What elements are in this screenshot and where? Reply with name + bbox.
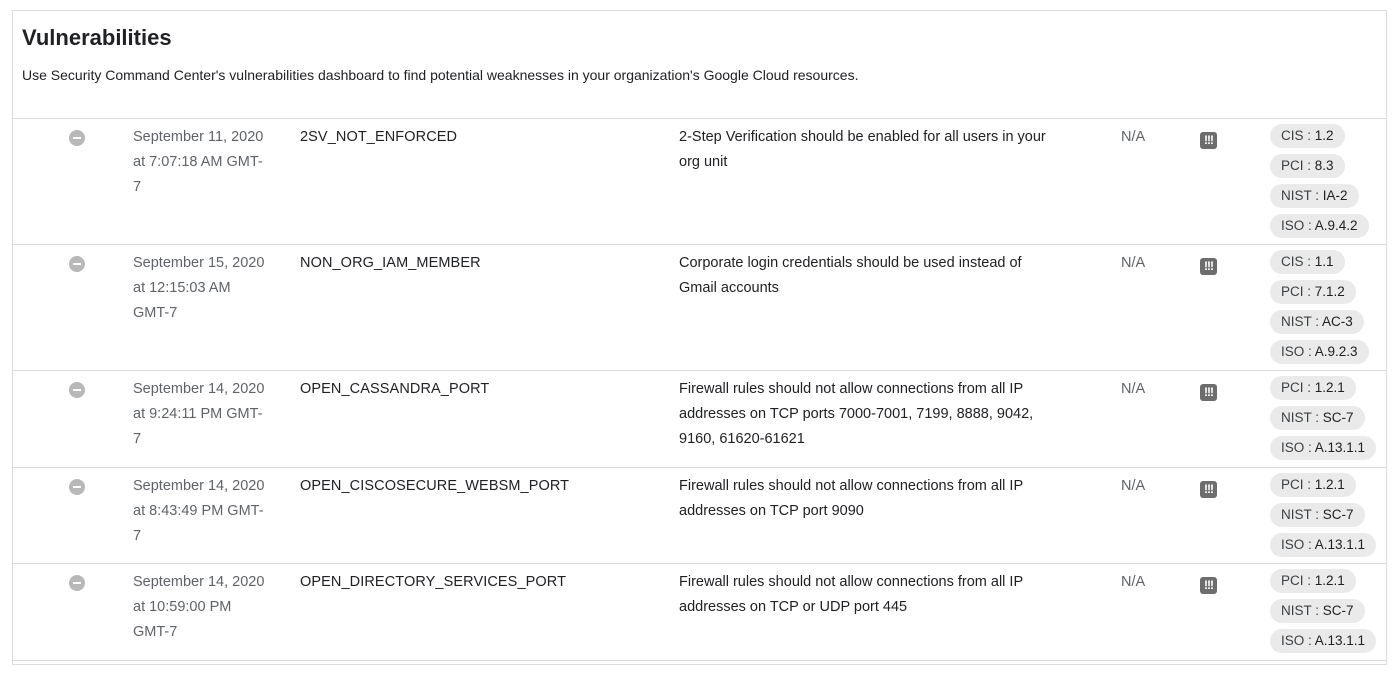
- status-cell: [69, 130, 85, 155]
- status-cell: [69, 575, 85, 600]
- page-title: Vulnerabilities: [22, 25, 172, 50]
- compliance-chip: ISO : A.9.2.3: [1270, 340, 1369, 364]
- event-time: September 14, 2020 at 10:59:00 PM GMT-7: [133, 574, 265, 640]
- vulnerabilities-panel: Vulnerabilities Use Security Command Cen…: [12, 10, 1387, 665]
- compliance-chip: ISO : A.13.1.1: [1270, 533, 1377, 557]
- compliance-list: PCI : 1.2.1 NIST : SC-7 ISO : A.13.1.1: [1270, 376, 1377, 466]
- compliance-list: PCI : 1.2.1 NIST : SC-7 ISO : A.13.1.1: [1270, 569, 1377, 659]
- remove-circle-icon: [69, 382, 85, 398]
- remove-circle-icon: [69, 130, 85, 146]
- compliance-chip: PCI : 1.2.1: [1270, 376, 1356, 400]
- finding-description: Firewall rules should not allow connecti…: [679, 381, 1034, 447]
- finding-description: Corporate login credentials should be us…: [679, 255, 1022, 296]
- severity-value: N/A: [1121, 129, 1146, 145]
- compliance-chip: PCI : 8.3: [1270, 154, 1345, 178]
- severity-icon: !!!: [1200, 258, 1217, 275]
- severity-cell: !!!: [1200, 128, 1217, 153]
- severity-icon: !!!: [1200, 577, 1217, 594]
- event-time: September 11, 2020 at 7:07:18 AM GMT-7: [133, 129, 264, 195]
- severity-cell: !!!: [1200, 573, 1217, 598]
- table-row[interactable]: September 14, 2020 at 8:43:49 PM GMT-7 O…: [13, 468, 1386, 564]
- severity-cell: !!!: [1200, 254, 1217, 279]
- event-time: September 14, 2020 at 9:24:11 PM GMT-7: [133, 381, 265, 447]
- compliance-chip: ISO : A.9.4.2: [1270, 214, 1369, 238]
- severity-icon: !!!: [1200, 384, 1217, 401]
- panel-header: Vulnerabilities Use Security Command Cen…: [13, 11, 1386, 119]
- findings-table: September 11, 2020 at 7:07:18 AM GMT-7 2…: [13, 119, 1386, 661]
- compliance-chip: NIST : IA-2: [1270, 184, 1359, 208]
- remove-circle-icon: [69, 256, 85, 272]
- table-row[interactable]: September 15, 2020 at 12:15:03 AM GMT-7 …: [13, 245, 1386, 371]
- severity-icon: !!!: [1200, 132, 1217, 149]
- remove-circle-icon: [69, 479, 85, 495]
- finding-category[interactable]: NON_ORG_IAM_MEMBER: [300, 251, 481, 276]
- status-cell: [69, 256, 85, 281]
- finding-description: Firewall rules should not allow connecti…: [679, 574, 1023, 615]
- compliance-chip: NIST : SC-7: [1270, 406, 1365, 430]
- status-cell: [69, 479, 85, 504]
- table-row[interactable]: September 11, 2020 at 7:07:18 AM GMT-7 2…: [13, 119, 1386, 245]
- severity-cell: !!!: [1200, 380, 1217, 405]
- compliance-chip: NIST : SC-7: [1270, 503, 1365, 527]
- remove-circle-icon: [69, 575, 85, 591]
- finding-category[interactable]: 2SV_NOT_ENFORCED: [300, 125, 457, 150]
- compliance-chip: PCI : 7.1.2: [1270, 280, 1356, 304]
- page-description: Use Security Command Center's vulnerabil…: [22, 67, 859, 83]
- severity-icon: !!!: [1200, 481, 1217, 498]
- table-row[interactable]: September 14, 2020 at 10:59:00 PM GMT-7 …: [13, 564, 1386, 661]
- status-cell: [69, 382, 85, 407]
- compliance-list: CIS : 1.1 PCI : 7.1.2 NIST : AC-3 ISO : …: [1270, 250, 1369, 370]
- severity-value: N/A: [1121, 381, 1146, 397]
- compliance-chip: NIST : AC-3: [1270, 310, 1364, 334]
- finding-category[interactable]: OPEN_DIRECTORY_SERVICES_PORT: [300, 570, 566, 595]
- severity-value: N/A: [1121, 255, 1146, 271]
- severity-cell: !!!: [1200, 477, 1217, 502]
- finding-category[interactable]: OPEN_CASSANDRA_PORT: [300, 377, 489, 402]
- compliance-chip: ISO : A.13.1.1: [1270, 629, 1377, 653]
- compliance-chip: CIS : 1.2: [1270, 124, 1345, 148]
- severity-value: N/A: [1121, 478, 1146, 494]
- compliance-chip: ISO : A.13.1.1: [1270, 436, 1377, 460]
- finding-description: 2-Step Verification should be enabled fo…: [679, 129, 1046, 170]
- severity-value: N/A: [1121, 574, 1146, 590]
- table-row[interactable]: September 14, 2020 at 9:24:11 PM GMT-7 O…: [13, 371, 1386, 468]
- event-time: September 15, 2020 at 12:15:03 AM GMT-7: [133, 255, 265, 321]
- finding-description: Firewall rules should not allow connecti…: [679, 478, 1023, 519]
- compliance-chip: PCI : 1.2.1: [1270, 569, 1356, 593]
- compliance-list: PCI : 1.2.1 NIST : SC-7 ISO : A.13.1.1: [1270, 473, 1377, 563]
- event-time: September 14, 2020 at 8:43:49 PM GMT-7: [133, 478, 265, 544]
- compliance-chip: PCI : 1.2.1: [1270, 473, 1356, 497]
- compliance-chip: CIS : 1.1: [1270, 250, 1345, 274]
- compliance-chip: NIST : SC-7: [1270, 599, 1365, 623]
- finding-category[interactable]: OPEN_CISCOSECURE_WEBSM_PORT: [300, 474, 569, 499]
- compliance-list: CIS : 1.2 PCI : 8.3 NIST : IA-2 ISO : A.…: [1270, 124, 1369, 244]
